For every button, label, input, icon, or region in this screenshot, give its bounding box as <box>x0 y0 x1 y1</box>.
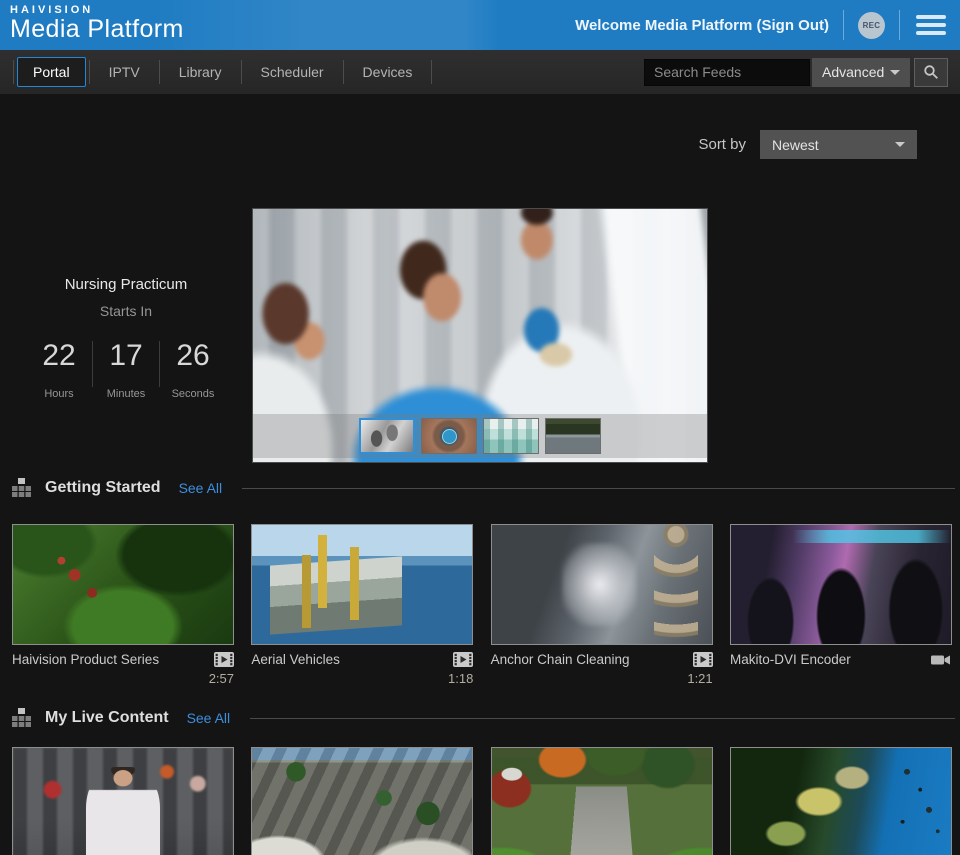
countdown-title: Nursing Practicum <box>0 276 252 293</box>
section-header-getting-started: Getting Started See All <box>12 478 955 498</box>
search-input[interactable] <box>644 59 810 86</box>
product-name: Media Platform <box>10 15 184 44</box>
channel-grid-icon <box>12 708 31 728</box>
header-divider <box>843 10 844 40</box>
tab-devices[interactable]: Devices <box>347 57 429 87</box>
see-all-link[interactable]: See All <box>179 480 223 496</box>
tab-library[interactable]: Library <box>163 57 238 87</box>
video-thumbnail-autumn-road[interactable] <box>491 747 713 855</box>
video-duration <box>730 671 952 686</box>
video-duration: 1:21 <box>491 671 713 686</box>
sort-dropdown[interactable]: Newest <box>760 130 917 159</box>
section-title: Getting Started <box>45 479 161 497</box>
video-title: Makito-DVI Encoder <box>730 652 851 667</box>
video-card[interactable]: Anchor Chain Cleaning 1:21 <box>491 524 713 686</box>
video-card[interactable]: Haivision Product Series 2:57 <box>12 524 234 686</box>
sort-by-label: Sort by <box>698 136 746 153</box>
carousel-thumbnail-strip <box>253 414 707 458</box>
countdown-hours: 22 Hours <box>26 339 92 400</box>
header-right: Welcome Media Platform (Sign Out) REC <box>575 0 948 50</box>
seconds-label: Seconds <box>160 388 226 400</box>
rec-badge[interactable]: REC <box>858 12 885 39</box>
tab-divider <box>159 60 160 84</box>
video-card[interactable] <box>251 747 473 855</box>
video-thumbnail-offshore-rig[interactable] <box>251 524 473 645</box>
countdown-units: 22 Hours 17 Minutes 26 Seconds <box>0 339 252 400</box>
getting-started-cards: Haivision Product Series 2:57 Aerial Veh… <box>12 524 952 686</box>
video-thumbnail-anchor-chain[interactable] <box>491 524 713 645</box>
advanced-label: Advanced <box>822 64 884 80</box>
countdown-widget: Nursing Practicum Starts In 22 Hours 17 … <box>0 276 252 400</box>
section-header-my-live-content: My Live Content See All <box>12 708 955 728</box>
video-card[interactable] <box>12 747 234 855</box>
section-divider <box>250 718 955 719</box>
media-platform-app: HAIVISION Media Platform Welcome Media P… <box>0 0 960 855</box>
video-camera-icon <box>931 653 952 667</box>
carousel-thumb-eye-closeup[interactable] <box>421 418 477 454</box>
countdown-subtitle: Starts In <box>0 303 252 319</box>
section-divider <box>242 488 955 489</box>
countdown-minutes: 17 Minutes <box>93 339 159 400</box>
hours-label: Hours <box>26 388 92 400</box>
video-title: Haivision Product Series <box>12 652 159 667</box>
video-card[interactable] <box>491 747 713 855</box>
vod-filmstrip-icon <box>693 652 713 667</box>
video-thumbnail-coral-reef[interactable] <box>730 747 952 855</box>
chevron-down-icon <box>890 70 900 75</box>
section-title: My Live Content <box>45 709 169 727</box>
tab-divider <box>241 60 242 84</box>
video-duration: 2:57 <box>12 671 234 686</box>
video-title: Anchor Chain Cleaning <box>491 652 630 667</box>
minutes-label: Minutes <box>93 388 159 400</box>
seconds-value: 26 <box>160 339 226 373</box>
hero-carousel[interactable] <box>252 208 708 463</box>
nav-tabs: Portal IPTV Library Scheduler Devices <box>12 50 433 94</box>
vod-filmstrip-icon <box>214 652 234 667</box>
search-button[interactable] <box>914 58 948 87</box>
welcome-signout-link[interactable]: Welcome Media Platform (Sign Out) <box>575 17 829 34</box>
carousel-thumb-medical-grayscale[interactable] <box>359 418 415 454</box>
channel-grid-icon <box>12 478 31 498</box>
minutes-value: 17 <box>93 339 159 373</box>
video-duration: 1:18 <box>251 671 473 686</box>
search-group: Advanced <box>644 58 948 87</box>
video-thumbnail-rocky-cliffs[interactable] <box>251 747 473 855</box>
sort-value: Newest <box>772 137 819 153</box>
countdown-seconds: 26 Seconds <box>160 339 226 400</box>
video-thumbnail-tradeshow-interview[interactable] <box>730 524 952 645</box>
carousel-thumb-hospital-ward[interactable] <box>483 418 539 454</box>
tab-divider <box>343 60 344 84</box>
tab-divider <box>431 60 432 84</box>
video-card[interactable]: Aerial Vehicles 1:18 <box>251 524 473 686</box>
main-navbar: Portal IPTV Library Scheduler Devices Ad… <box>0 50 960 94</box>
video-thumbnail-jungle[interactable] <box>12 524 234 645</box>
tab-iptv[interactable]: IPTV <box>93 57 156 87</box>
tab-portal[interactable]: Portal <box>17 57 86 87</box>
haivision-logo[interactable]: HAIVISION Media Platform <box>10 4 184 44</box>
video-title: Aerial Vehicles <box>251 652 340 667</box>
advanced-search-button[interactable]: Advanced <box>812 58 910 87</box>
video-card[interactable] <box>730 747 952 855</box>
video-thumbnail-studio-interview[interactable] <box>12 747 234 855</box>
app-header: HAIVISION Media Platform Welcome Media P… <box>0 0 960 50</box>
carousel-thumb-lake[interactable] <box>545 418 601 454</box>
my-live-content-cards <box>12 747 952 855</box>
header-divider <box>899 10 900 40</box>
chevron-down-icon <box>895 142 905 147</box>
search-icon <box>923 64 939 80</box>
sort-row: Sort by Newest <box>698 130 917 159</box>
hamburger-menu-icon[interactable] <box>914 13 948 37</box>
tab-scheduler[interactable]: Scheduler <box>245 57 340 87</box>
vod-filmstrip-icon <box>453 652 473 667</box>
hours-value: 22 <box>26 339 92 373</box>
tab-divider <box>13 60 14 84</box>
see-all-link[interactable]: See All <box>187 710 231 726</box>
video-card[interactable]: Makito-DVI Encoder <box>730 524 952 686</box>
tab-divider <box>89 60 90 84</box>
